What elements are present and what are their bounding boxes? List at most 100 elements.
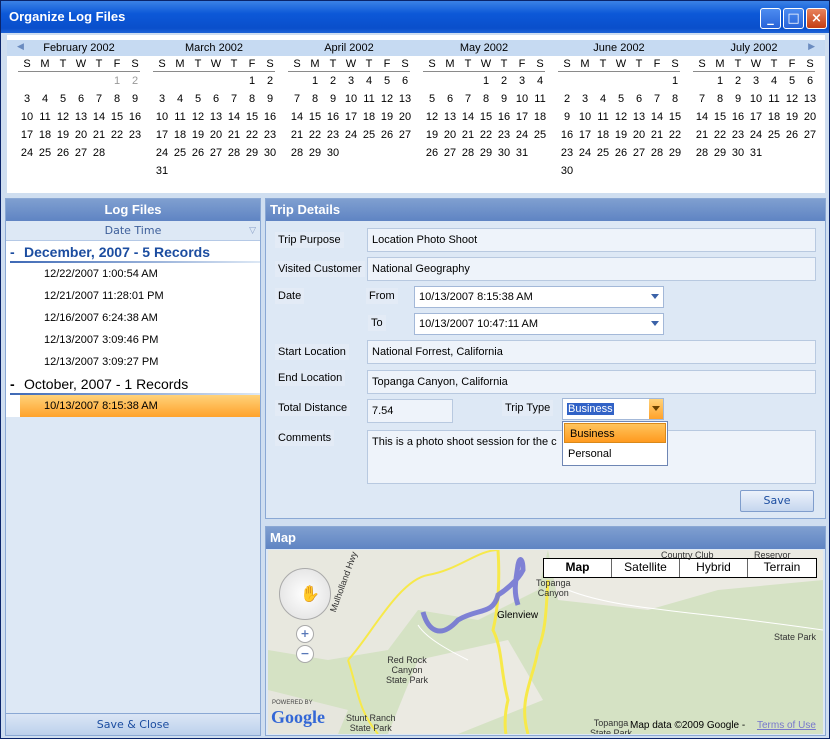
calendar-day[interactable]: 17	[342, 108, 360, 126]
calendar-day[interactable]: 1	[243, 72, 261, 90]
visited-customer-field[interactable]: National Geography	[367, 257, 816, 281]
calendar-day[interactable]: 25	[765, 126, 783, 144]
calendar-day[interactable]: 19	[54, 126, 72, 144]
calendar-day[interactable]: 12	[378, 90, 396, 108]
calendar-day[interactable]: 5	[378, 72, 396, 90]
calendar-day[interactable]: 22	[108, 126, 126, 144]
calendar-day[interactable]: 26	[423, 144, 441, 162]
calendar-day[interactable]: 26	[612, 144, 630, 162]
pan-control[interactable]: ✋	[279, 568, 331, 620]
calendar-day[interactable]: 27	[207, 144, 225, 162]
calendar-day[interactable]: 9	[324, 90, 342, 108]
calendar-day[interactable]: 5	[783, 72, 801, 90]
calendar-day[interactable]: 6	[207, 90, 225, 108]
calendar-day[interactable]: 2	[558, 90, 576, 108]
calendar-day[interactable]: 11	[765, 90, 783, 108]
calendar-day[interactable]: 20	[441, 126, 459, 144]
calendar-day[interactable]: 29	[477, 144, 495, 162]
calendar-day[interactable]: 2	[729, 72, 747, 90]
calendar-day[interactable]: 7	[288, 90, 306, 108]
calendar-day[interactable]: 13	[396, 90, 414, 108]
calendar-day[interactable]: 21	[459, 126, 477, 144]
calendar-day[interactable]: 9	[495, 90, 513, 108]
calendar-day[interactable]: 14	[225, 108, 243, 126]
calendar-day[interactable]: 4	[594, 90, 612, 108]
map-type-hybrid[interactable]: Hybrid	[680, 559, 748, 577]
log-record-row[interactable]: 12/13/2007 3:09:27 PM	[20, 351, 260, 373]
collapse-icon[interactable]: -	[10, 241, 15, 263]
column-header-date-time[interactable]: Date Time ▽	[6, 221, 260, 241]
calendar-day[interactable]: 9	[558, 108, 576, 126]
calendar-day[interactable]: 31	[747, 144, 765, 162]
calendar-day[interactable]: 13	[801, 90, 819, 108]
zoom-out-button[interactable]: −	[296, 645, 314, 663]
calendar-day[interactable]: 22	[243, 126, 261, 144]
calendar-day[interactable]: 23	[126, 126, 144, 144]
calendar-day[interactable]: 23	[729, 126, 747, 144]
calendar-day[interactable]: 11	[531, 90, 549, 108]
calendar-day[interactable]: 13	[72, 108, 90, 126]
calendar-day[interactable]: 7	[648, 90, 666, 108]
calendar-day[interactable]: 10	[18, 108, 36, 126]
calendar-day[interactable]: 22	[666, 126, 684, 144]
calendar-day[interactable]: 7	[90, 90, 108, 108]
calendar-day[interactable]: 18	[171, 126, 189, 144]
from-date-picker[interactable]: 10/13/2007 8:15:38 AM	[414, 286, 664, 308]
calendar-day[interactable]: 17	[18, 126, 36, 144]
calendar-day[interactable]: 27	[396, 126, 414, 144]
calendar-day[interactable]: 20	[396, 108, 414, 126]
calendar-day[interactable]: 1	[666, 72, 684, 90]
calendar-day[interactable]: 9	[126, 90, 144, 108]
calendar-day[interactable]: 8	[306, 90, 324, 108]
calendar-day[interactable]: 7	[225, 90, 243, 108]
calendar-day[interactable]: 24	[747, 126, 765, 144]
calendar-day[interactable]: 8	[477, 90, 495, 108]
calendar-day[interactable]: 14	[288, 108, 306, 126]
calendar-day[interactable]: 22	[306, 126, 324, 144]
map-type-satellite[interactable]: Satellite	[612, 559, 680, 577]
calendar-day[interactable]: 15	[477, 108, 495, 126]
calendar-day[interactable]: 22	[711, 126, 729, 144]
calendar-day[interactable]: 29	[306, 144, 324, 162]
calendar-day[interactable]: 16	[495, 108, 513, 126]
calendar-day[interactable]: 13	[207, 108, 225, 126]
option-business[interactable]: Business	[564, 423, 666, 443]
maximize-button[interactable]: □	[783, 8, 804, 29]
calendar-day[interactable]: 3	[18, 90, 36, 108]
calendar-day[interactable]: 2	[495, 72, 513, 90]
calendar-day[interactable]: 24	[18, 144, 36, 162]
log-group-header[interactable]: - October, 2007 - 1 Records	[6, 373, 260, 395]
calendar-day[interactable]: 3	[576, 90, 594, 108]
calendar-day[interactable]: 19	[189, 126, 207, 144]
calendar-day[interactable]: 3	[342, 72, 360, 90]
log-record-row[interactable]: 10/13/2007 8:15:38 AM	[20, 395, 260, 417]
map-view[interactable]: ✋ + − Map Satellite Hybrid Terrain Count…	[268, 550, 823, 734]
calendar-day[interactable]: 1	[108, 72, 126, 90]
calendar-day[interactable]: 19	[378, 108, 396, 126]
calendar-day[interactable]: 14	[693, 108, 711, 126]
calendar-day[interactable]: 28	[648, 144, 666, 162]
calendar-day[interactable]: 29	[711, 144, 729, 162]
calendar-day[interactable]: 17	[513, 108, 531, 126]
calendar-day[interactable]: 10	[513, 90, 531, 108]
calendar-day[interactable]: 11	[36, 108, 54, 126]
calendar-day[interactable]: 25	[594, 144, 612, 162]
calendar-day[interactable]: 27	[72, 144, 90, 162]
log-record-row[interactable]: 12/13/2007 3:09:46 PM	[20, 329, 260, 351]
calendar-day[interactable]: 8	[711, 90, 729, 108]
calendar-day[interactable]: 2	[324, 72, 342, 90]
calendar-day[interactable]: 15	[306, 108, 324, 126]
calendar-day[interactable]: 21	[225, 126, 243, 144]
calendar-day[interactable]: 28	[459, 144, 477, 162]
calendar-day[interactable]: 20	[207, 126, 225, 144]
log-record-row[interactable]: 12/21/2007 11:28:01 PM	[20, 285, 260, 307]
calendar-day[interactable]: 18	[765, 108, 783, 126]
calendar-day[interactable]: 30	[558, 162, 576, 180]
calendar-day[interactable]: 11	[594, 108, 612, 126]
to-date-picker[interactable]: 10/13/2007 10:47:11 AM	[414, 313, 664, 335]
calendar-day[interactable]: 14	[459, 108, 477, 126]
save-button[interactable]: Save	[740, 490, 814, 512]
calendar-day[interactable]: 4	[36, 90, 54, 108]
zoom-in-button[interactable]: +	[296, 625, 314, 643]
calendar-day[interactable]: 2	[261, 72, 279, 90]
